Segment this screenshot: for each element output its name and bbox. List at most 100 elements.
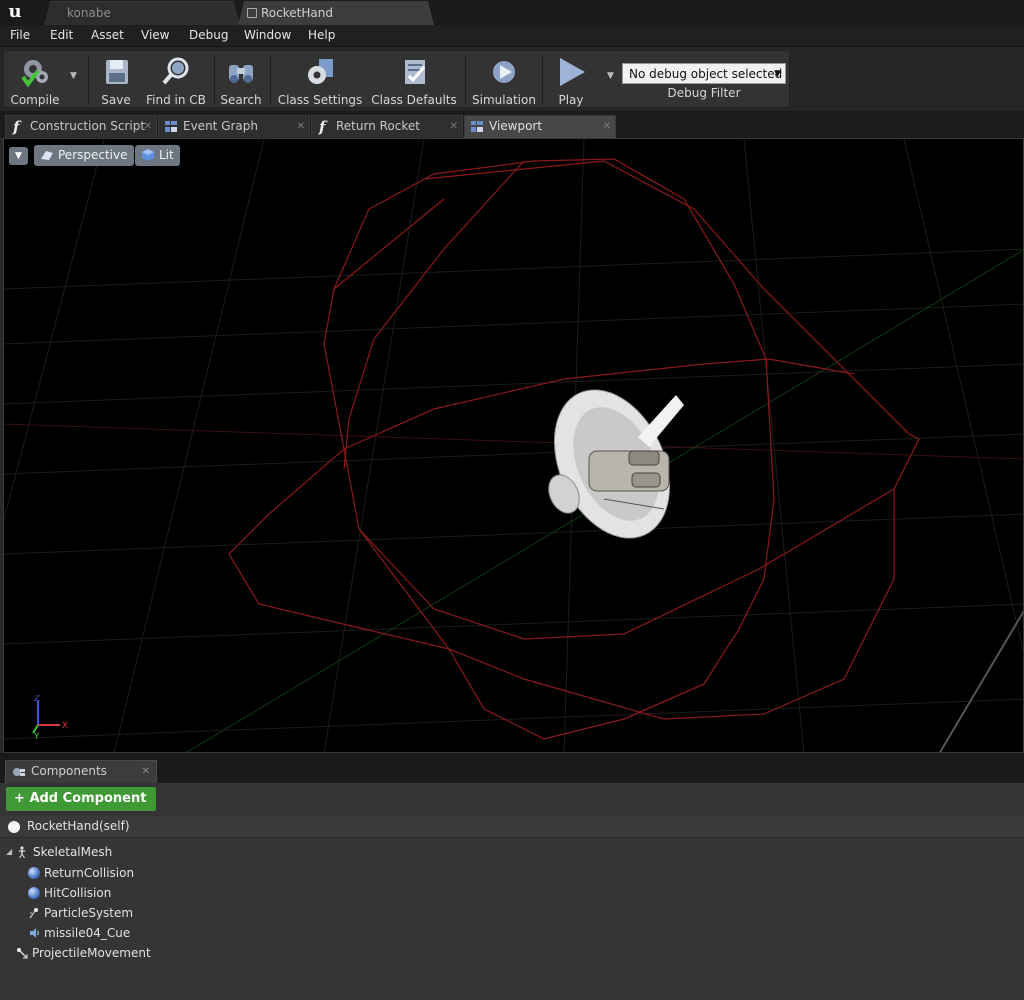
perspective-icon <box>41 151 53 160</box>
blueprint-icon <box>247 8 257 18</box>
viewport-options-button[interactable]: ▼ <box>9 147 28 165</box>
class-defaults-button[interactable]: Class Defaults <box>370 53 458 107</box>
tab-label: Construction Script <box>30 119 146 133</box>
tree-item-label: SkeletalMesh <box>33 845 113 859</box>
add-component-button[interactable]: + Add Component ▼ <box>6 787 156 829</box>
chevron-down-icon: ▼ <box>774 69 781 79</box>
menu-debug[interactable]: Debug <box>189 28 228 42</box>
menu-window[interactable]: Window <box>244 28 291 42</box>
debug-object-select[interactable]: No debug object selected ▼ <box>622 63 786 84</box>
tab-label: Event Graph <box>183 119 258 133</box>
doc-tab-rockethand[interactable]: RocketHand <box>238 1 434 25</box>
class-settings-gear-icon <box>308 59 333 84</box>
view-mode-label: Perspective <box>58 148 128 162</box>
tab-label: Viewport <box>489 119 543 133</box>
debug-object-value: No debug object selected <box>629 67 783 81</box>
compile-options-arrow-icon[interactable]: ▼ <box>70 71 77 81</box>
tree-item-label: ParticleSystem <box>44 906 134 920</box>
sound-cue-icon <box>30 928 39 938</box>
separator <box>88 55 89 105</box>
menu-help[interactable]: Help <box>308 28 335 42</box>
self-label: RocketHand(self) <box>27 819 130 833</box>
toolbar: Compile ▼ Save Find in CB Search Class S… <box>0 47 1024 111</box>
grid-edge-line <box>939 610 1023 752</box>
menu-edit[interactable]: Edit <box>50 28 73 42</box>
tree-item-label: ProjectileMovement <box>32 946 151 960</box>
play-icon <box>560 58 585 86</box>
close-icon[interactable]: ✕ <box>142 761 150 782</box>
separator <box>465 55 466 105</box>
tree-item-label: HitCollision <box>44 886 112 900</box>
menu-file[interactable]: File <box>10 28 30 42</box>
floor-grid <box>4 139 1023 752</box>
components-tab-label: Components <box>31 764 107 778</box>
lit-cube-icon <box>142 149 154 161</box>
tab-components[interactable]: Components ✕ <box>5 760 157 783</box>
compile-gear-icon <box>21 60 48 88</box>
close-icon[interactable]: ✕ <box>450 116 458 137</box>
viewport[interactable]: ▼ Perspective Lit Z X Y <box>3 138 1024 753</box>
play-label: Play <box>558 93 584 107</box>
search-button[interactable]: Search <box>218 53 264 107</box>
add-component-label: Add Component <box>29 791 147 806</box>
collapse-arrow-icon[interactable]: ◢ <box>6 842 12 862</box>
graph-icon <box>471 121 483 132</box>
sphere-collision-icon <box>28 867 40 879</box>
tab-construction-script[interactable]: f Construction Script ✕ <box>5 115 157 138</box>
unreal-logo-icon[interactable]: u <box>4 2 26 22</box>
save-disk-icon <box>106 60 128 84</box>
components-panel: + Add Component ▼ RocketHand(self) ◢ Ske… <box>0 783 1024 1000</box>
doc-tab-konabe[interactable]: konabe <box>44 1 240 25</box>
simulation-label: Simulation <box>472 93 536 107</box>
particle-icon <box>29 908 38 919</box>
axis-gizmo-icon: Z X Y <box>32 695 68 740</box>
tree-item-label: ReturnCollision <box>44 866 135 880</box>
function-icon: f <box>319 118 326 136</box>
title-bar: u konabe RocketHand <box>0 0 1024 25</box>
separator <box>270 55 271 105</box>
doc-tab-label: konabe <box>67 6 111 20</box>
projectile-movement-icon <box>17 948 28 959</box>
play-options-arrow-icon[interactable]: ▼ <box>607 71 614 81</box>
tab-return-rocket[interactable]: f Return Rocket ✕ <box>311 115 463 138</box>
tab-viewport[interactable]: Viewport ✕ <box>464 115 616 138</box>
doc-tab-label: RocketHand <box>261 6 333 20</box>
class-defaults-label: Class Defaults <box>371 93 457 107</box>
editor-tab-bar: f Construction Script ✕ Event Graph ✕ f … <box>0 111 1024 138</box>
find-in-cb-button[interactable]: Find in CB <box>144 53 208 107</box>
separator <box>214 55 215 105</box>
menu-bar: File Edit Asset View Debug Window Help <box>0 25 1024 47</box>
skeleton-icon <box>19 846 25 858</box>
binoculars-icon <box>229 65 253 83</box>
sphere-collision-icon <box>28 887 40 899</box>
actor-self-icon <box>8 821 20 833</box>
menu-asset[interactable]: Asset <box>91 28 124 42</box>
close-icon[interactable]: ✕ <box>603 116 611 137</box>
menu-view[interactable]: View <box>141 28 169 42</box>
tab-event-graph[interactable]: Event Graph ✕ <box>158 115 310 138</box>
debug-filter-label: Debug Filter <box>667 86 741 100</box>
self-component-row[interactable]: RocketHand(self) <box>0 816 1024 838</box>
viewport-scene <box>4 139 1023 752</box>
class-settings-button[interactable]: Class Settings <box>276 53 364 107</box>
lighting-label: Lit <box>159 148 174 162</box>
class-settings-label: Class Settings <box>277 93 363 107</box>
plus-icon: + <box>14 791 25 806</box>
compile-button[interactable]: Compile <box>6 53 64 107</box>
simulation-button[interactable]: Simulation <box>471 53 537 107</box>
rocket-hand-mesh[interactable] <box>532 371 692 556</box>
separator <box>542 55 543 105</box>
save-button[interactable]: Save <box>96 53 136 107</box>
perspective-button[interactable]: Perspective <box>34 145 134 166</box>
play-button[interactable]: Play <box>546 53 596 107</box>
lit-button[interactable]: Lit <box>135 145 180 166</box>
x-axis-label: X <box>62 721 68 731</box>
close-icon[interactable]: ✕ <box>144 116 152 137</box>
tab-label: Return Rocket <box>336 119 420 133</box>
simulation-icon <box>493 61 515 83</box>
graph-icon <box>165 121 177 132</box>
search-label: Search <box>220 93 262 107</box>
close-icon[interactable]: ✕ <box>297 116 305 137</box>
components-header: Components ✕ <box>0 753 1024 783</box>
z-axis-label: Z <box>34 695 40 704</box>
